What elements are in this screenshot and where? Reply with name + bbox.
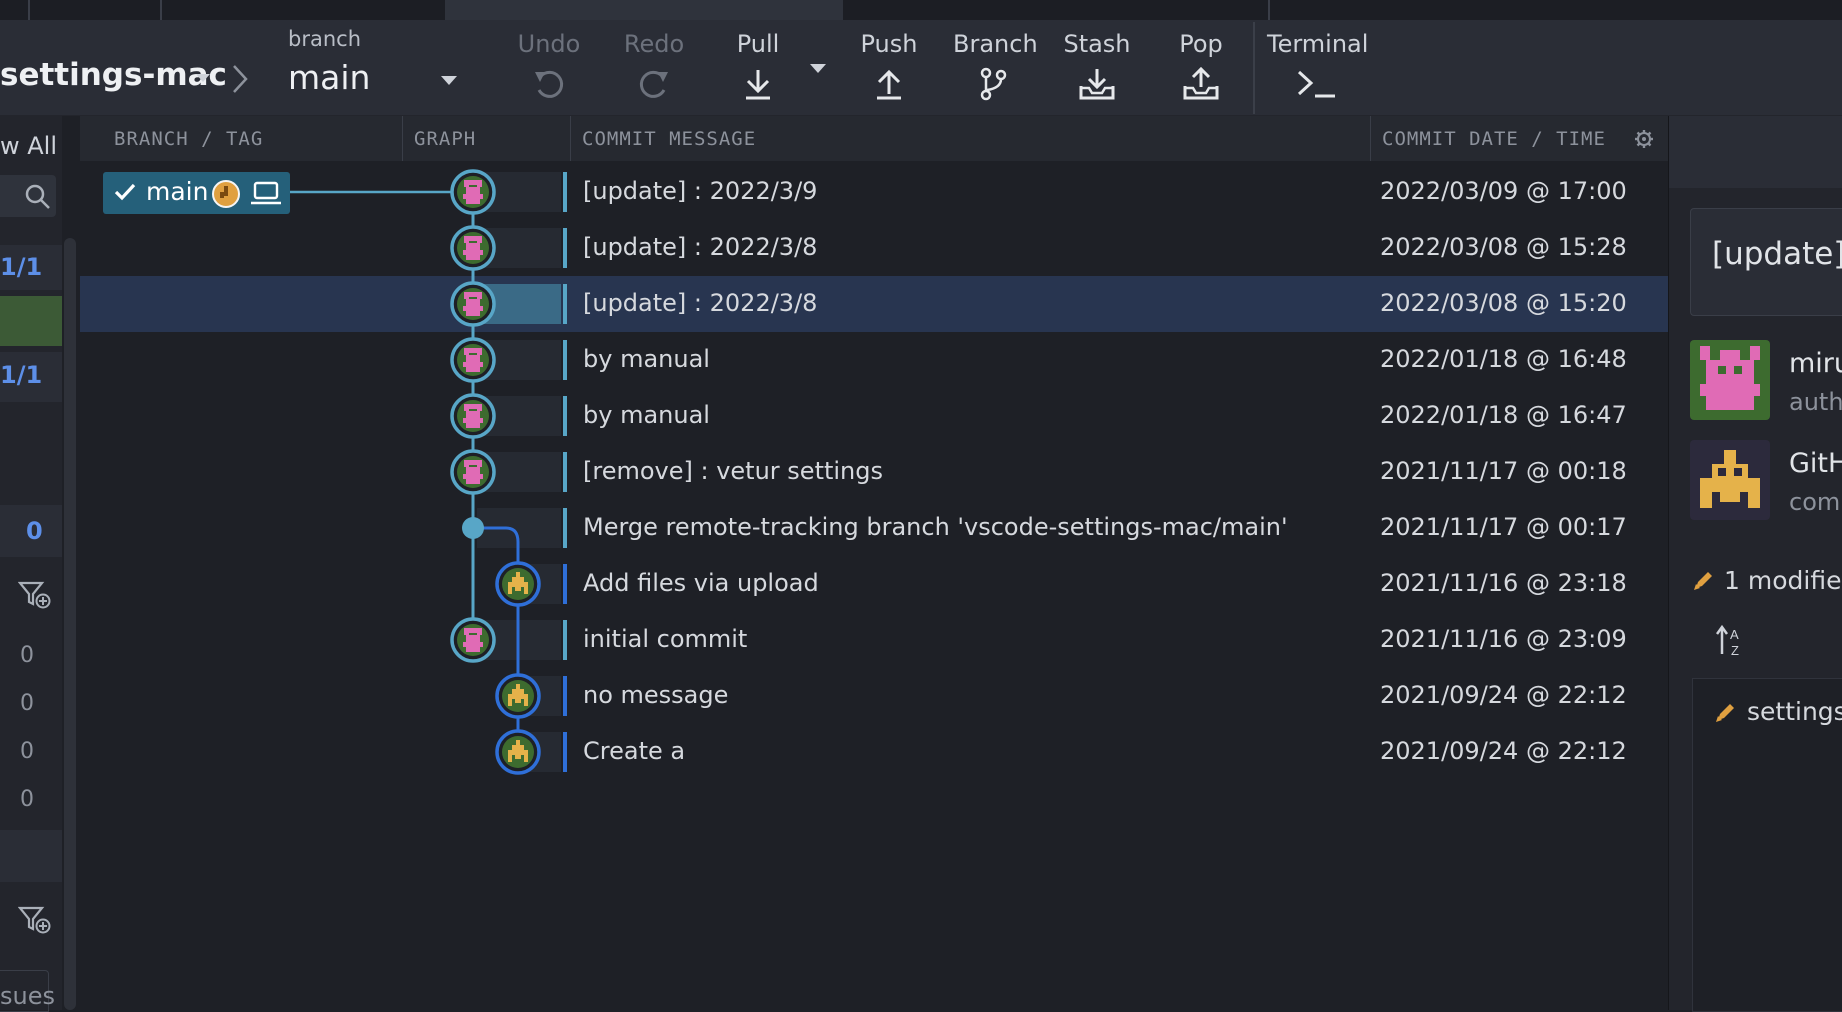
terminal-label: Terminal xyxy=(1267,30,1369,58)
branch-icon xyxy=(980,67,1007,101)
committer-role: comm xyxy=(1789,488,1842,516)
commit-node-avatar[interactable] xyxy=(495,729,541,775)
pencil-icon xyxy=(1694,572,1712,590)
terminal-icon xyxy=(1297,70,1335,98)
commit-node-avatar[interactable] xyxy=(450,337,496,383)
commit-message-title: [update] xyxy=(1712,236,1842,272)
pull-label: Pull xyxy=(736,30,780,58)
commit-node-avatar[interactable] xyxy=(450,281,496,327)
commit-date: 2021/11/17 @ 00:18 xyxy=(1380,457,1627,485)
issues-label: sues xyxy=(0,982,55,1010)
push-icon xyxy=(877,69,901,100)
commit-date: 2021/11/16 @ 23:18 xyxy=(1380,569,1627,597)
column-divider[interactable] xyxy=(1370,116,1371,161)
pull-options-icon[interactable] xyxy=(810,64,826,74)
svg-text:A: A xyxy=(1730,627,1739,642)
column-settings-gear-icon[interactable] xyxy=(1634,129,1654,149)
commit-date: 2021/09/24 @ 22:12 xyxy=(1380,681,1627,709)
commit-date: 2022/03/08 @ 15:20 xyxy=(1380,289,1627,317)
redo-icon xyxy=(639,70,668,98)
commit-date: 2021/11/16 @ 23:09 xyxy=(1380,625,1627,653)
column-commit-date[interactable]: COMMIT DATE / TIME xyxy=(1382,128,1606,150)
svg-text:Z: Z xyxy=(1731,643,1739,658)
commit-date: 2022/03/08 @ 15:28 xyxy=(1380,233,1627,261)
pop-label: Pop xyxy=(1179,30,1223,58)
toolbar-divider xyxy=(1253,22,1255,114)
commit-date: 2022/01/18 @ 16:48 xyxy=(1380,345,1627,373)
stash-label: Stash xyxy=(1063,30,1131,58)
commit-node-avatar[interactable] xyxy=(450,225,496,271)
commit-node-avatar[interactable] xyxy=(450,449,496,495)
pop-button[interactable]: Pop xyxy=(1161,22,1241,114)
commit-node-avatar[interactable] xyxy=(450,169,496,215)
stash-icon xyxy=(1079,69,1115,100)
commit-node-avatar[interactable] xyxy=(450,617,496,663)
author-name[interactable]: miru xyxy=(1789,348,1842,379)
committer-avatar xyxy=(1690,440,1770,520)
file-list-item[interactable]: settings xyxy=(1747,697,1842,726)
filter-add-icon[interactable] xyxy=(18,905,52,935)
sort-az-icon[interactable]: A Z xyxy=(1716,624,1746,658)
pencil-icon xyxy=(1716,704,1734,722)
merge-node[interactable] xyxy=(462,517,484,539)
push-label: Push xyxy=(860,30,918,58)
pull-icon xyxy=(746,70,770,100)
terminal-button[interactable]: Terminal xyxy=(1267,22,1369,114)
commit-node-avatar[interactable] xyxy=(450,393,496,439)
branch-label: Branch xyxy=(953,30,1038,58)
commit-date: 2021/11/17 @ 00:17 xyxy=(1380,513,1627,541)
committer-name[interactable]: GitH xyxy=(1789,448,1842,479)
commit-date: 2022/03/09 @ 17:00 xyxy=(1380,177,1627,205)
file-list xyxy=(1692,678,1842,1012)
commit-message: [remove] : vetur settings xyxy=(583,457,883,485)
stash-button[interactable]: Stash xyxy=(1057,22,1137,114)
push-button[interactable]: Push xyxy=(849,22,929,114)
author-avatar xyxy=(1690,340,1770,420)
pop-icon xyxy=(1183,66,1219,100)
tab-separator xyxy=(1268,0,1270,20)
sidebar-count: 0 xyxy=(20,787,34,812)
commit-date: 2022/01/18 @ 16:47 xyxy=(1380,401,1627,429)
author-role: autho xyxy=(1789,388,1842,416)
commit-node-avatar[interactable] xyxy=(495,673,541,719)
branch-button[interactable]: Branch xyxy=(953,22,1038,114)
commit-date: 2021/09/24 @ 22:12 xyxy=(1380,737,1627,765)
sidebar-section-row[interactable] xyxy=(0,830,62,882)
redo-label: Redo xyxy=(623,30,685,58)
pull-button[interactable]: Pull xyxy=(718,22,798,114)
commit-graph xyxy=(290,169,541,775)
details-header xyxy=(1669,116,1842,188)
redo-button[interactable]: Redo xyxy=(614,22,694,114)
commit-node-avatar[interactable] xyxy=(495,561,541,607)
commit-message: Merge remote-tracking branch 'vscode-set… xyxy=(583,513,1288,541)
modified-files-summary: 1 modified xyxy=(1724,566,1842,595)
